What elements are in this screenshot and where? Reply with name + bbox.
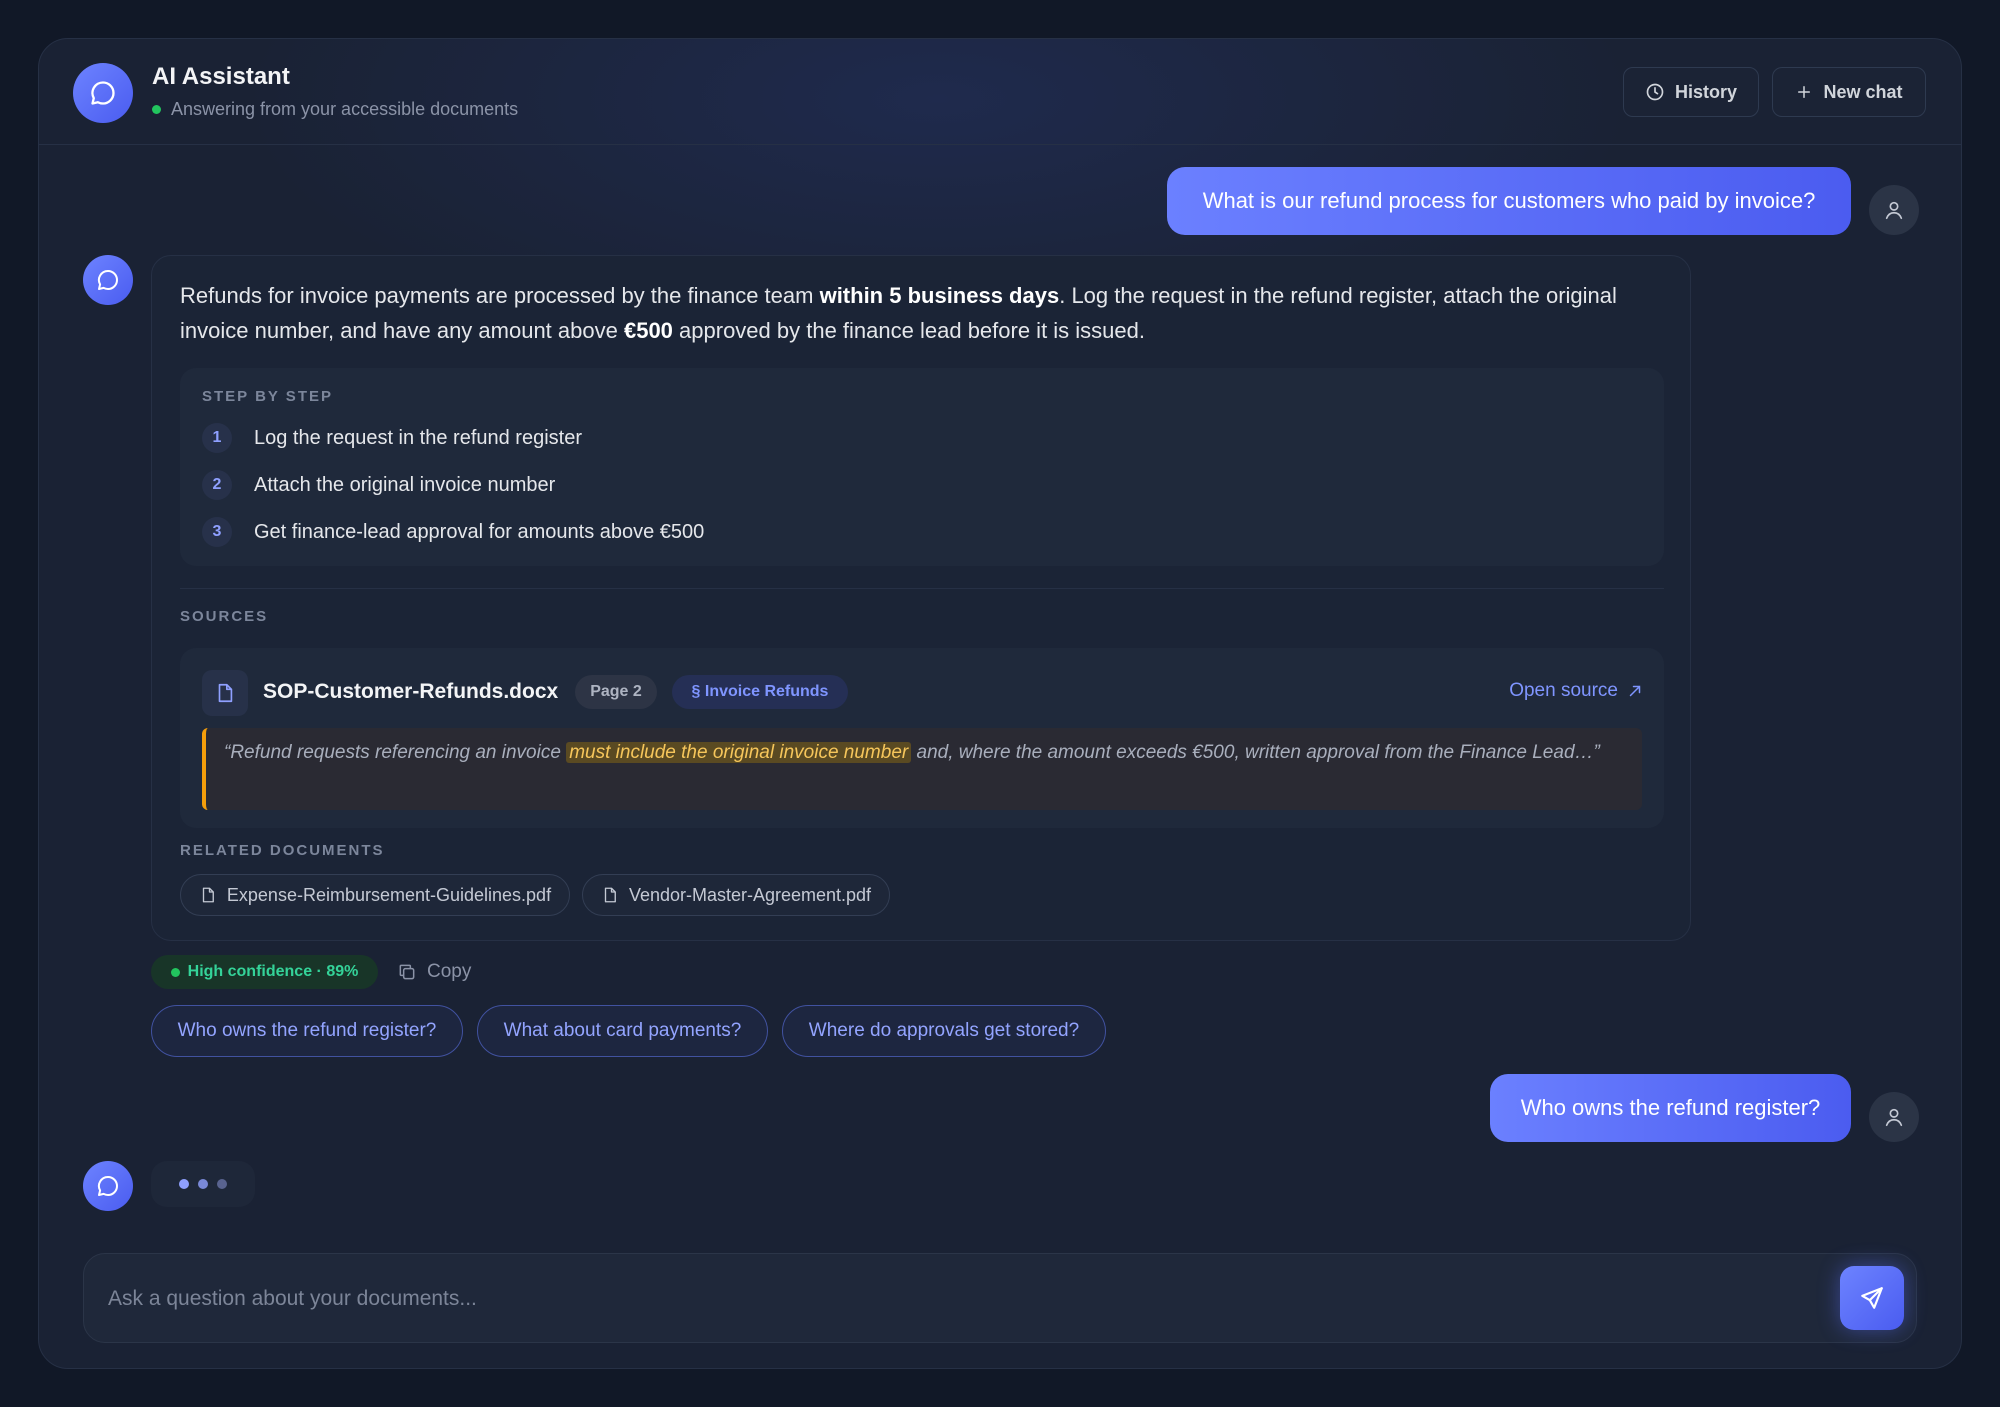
question-input[interactable] [108,1276,1788,1322]
send-button[interactable] [1840,1266,1904,1330]
assistant-avatar-icon [83,255,133,305]
sources-label: SOURCES [180,608,269,625]
status-dot [152,105,161,114]
open-source-label: Open source [1509,680,1618,701]
confidence-badge: High confidence · 89% [151,955,378,989]
divider [180,588,1664,589]
suggestion-text: Who owns the refund register? [177,1020,437,1041]
plus-icon [1798,86,1811,98]
typing-dot [217,1179,227,1189]
related-document-name: Expense-Reimbursement-Guidelines.pdf [226,884,552,905]
user-message: Who owns the refund register? [1490,1074,1851,1142]
step-number: 1 [202,423,232,453]
quote-text: and, where the amount exceeds €500, writ… [911,742,1600,763]
answer-emphasis: €500 [623,318,673,343]
answer-text-part: Refunds for invoice payments are process… [180,283,820,308]
related-document-name: Vendor-Master-Agreement.pdf [628,884,872,905]
source-card: SOP-Customer-Refunds.docx Page 2 § Invoi… [180,648,1664,828]
steps-label: STEP BY STEP [202,388,333,405]
history-button[interactable]: History [1623,67,1759,117]
quote-text: “Refund requests referencing an invoice [224,742,567,763]
related-document-chip[interactable]: Expense-Reimbursement-Guidelines.pdf [180,874,570,916]
confidence-text: High confidence · 89% [187,963,359,980]
answer-text-part: approved by the finance lead before it i… [672,318,1145,343]
typing-dot [198,1179,208,1189]
user-message-text: What is our refund process for customers… [1202,188,1816,213]
step-item: 3 Get finance-lead approval for amounts … [202,516,704,548]
new-chat-label: New chat [1823,81,1903,102]
app-title: AI Assistant [152,63,290,90]
file-icon [604,887,616,903]
step-item: 2 Attach the original invoice number [202,469,555,501]
user-message: What is our refund process for customers… [1167,167,1851,235]
source-file-name: SOP-Customer-Refunds.docx [263,680,559,703]
source-section-badge: § Invoice Refunds [672,675,848,709]
suggestion-chip[interactable]: Where do approvals get stored? [782,1005,1106,1057]
suggestion-text: Where do approvals get stored? [808,1020,1080,1041]
related-document-chip[interactable]: Vendor-Master-Agreement.pdf [582,874,890,916]
file-icon [202,670,248,716]
copy-button[interactable]: Copy [397,957,471,987]
composer [83,1253,1917,1343]
suggestion-text: What about card payments? [503,1020,742,1041]
external-arrow-icon [1629,685,1641,697]
step-text: Log the request in the refund register [254,426,582,449]
related-label: RELATED DOCUMENTS [180,842,385,859]
open-source-link[interactable]: Open source [1509,680,1644,702]
new-chat-button[interactable]: New chat [1772,67,1926,117]
step-text: Attach the original invoice number [254,473,556,496]
typing-dot [179,1179,189,1189]
source-page-badge: Page 2 [575,675,657,709]
source-quote: “Refund requests referencing an invoice … [202,728,1642,810]
step-item: 1 Log the request in the refund register [202,422,582,454]
file-icon [202,887,214,903]
header: AI Assistant Answering from your accessi… [39,39,1961,145]
history-label: History [1674,81,1737,102]
user-icon [1869,1092,1919,1142]
step-number: 3 [202,517,232,547]
user-icon [1869,185,1919,235]
suggestion-chip[interactable]: What about card payments? [477,1005,768,1057]
chat-bubble-icon [73,63,133,123]
app-status: Answering from your accessible documents [152,99,518,120]
step-text: Get finance-lead approval for amounts ab… [254,520,705,543]
assistant-avatar-icon [83,1161,133,1211]
answer-text: Refunds for invoice payments are process… [180,278,1670,348]
user-message-text: Who owns the refund register? [1520,1095,1821,1120]
assistant-answer-card: Refunds for invoice payments are process… [151,255,1691,941]
clock-icon [1646,83,1664,101]
quote-highlight: must include the original invoice number [566,742,912,763]
step-number: 2 [202,470,232,500]
status-text: Answering from your accessible documents [171,99,519,119]
answer-emphasis: within 5 business days [819,283,1060,308]
send-icon [1861,1287,1883,1309]
typing-indicator [151,1161,255,1207]
copy-icon [399,964,415,980]
steps-box: STEP BY STEP 1 Log the request in the re… [180,368,1664,566]
chat-window: AI Assistant Answering from your accessi… [38,38,1962,1369]
suggestion-chip[interactable]: Who owns the refund register? [151,1005,463,1057]
copy-label: Copy [427,961,472,982]
confidence-dot [170,967,180,977]
